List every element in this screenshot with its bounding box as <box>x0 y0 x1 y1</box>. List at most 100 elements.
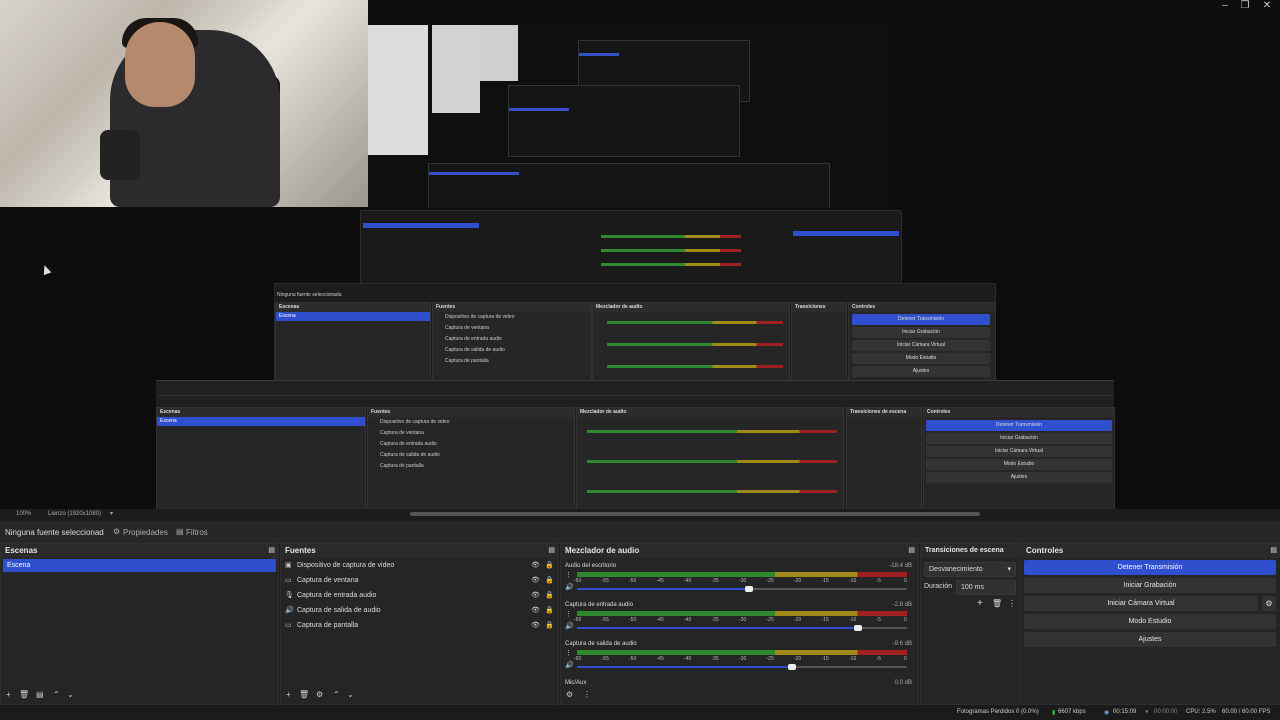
meter-tick-label: -55 <box>601 656 609 662</box>
eye-icon[interactable]: 👁 <box>531 619 540 633</box>
studio-mode-button[interactable]: Modo Estudio <box>1024 614 1276 629</box>
meter-tick-label: -25 <box>766 578 774 584</box>
more-icon[interactable]: ⋮ <box>565 649 572 657</box>
meter-tick-label: -5 <box>876 617 881 623</box>
lock-icon[interactable]: 🔒 <box>545 559 554 573</box>
meter-scale: -60 -55 -50 -45 -40 -35 -30 -25 -20 -15 -10 -5 0 <box>574 656 907 663</box>
duration-input[interactable]: 100 ms <box>956 580 1016 595</box>
meter-tick-label: -20 <box>794 656 802 662</box>
properties-button[interactable]: Propiedades <box>123 528 168 537</box>
eye-icon[interactable]: 👁 <box>531 589 540 603</box>
dock-menu-icon[interactable]: ▤ <box>268 544 275 558</box>
meter-tick-label: -50 <box>629 578 637 584</box>
transition-select[interactable]: Desvanecimiento ▾ <box>924 562 1016 577</box>
lock-icon[interactable]: 🔒 <box>545 574 554 588</box>
filter-icon[interactable]: ▤ <box>36 690 44 699</box>
close-button[interactable]: ✕ <box>1256 0 1278 14</box>
filters-button[interactable]: Filtros <box>186 528 208 537</box>
source-item[interactable]: ▣ Dispositivo de captura de video 👁 🔒 <box>285 559 555 573</box>
program-preview[interactable]: Ninguna fuente seleccionada Escenas Escen… <box>0 0 1280 513</box>
gear-icon[interactable]: ⚙ <box>1262 596 1276 611</box>
scenes-title: Escenas <box>5 546 38 555</box>
move-down-icon[interactable]: ⌄ <box>67 690 74 699</box>
zoom-level[interactable]: 100% <box>16 511 31 517</box>
sources-footer: + 🗑 ⚙ ⌃ ⌄ <box>281 688 558 704</box>
move-down-icon[interactable]: ⌄ <box>347 690 354 699</box>
start-virtual-camera-button[interactable]: Iniciar Cámara Virtual <box>1024 596 1258 611</box>
mixer-channel-db: -2.8 dB <box>892 602 912 608</box>
monitor-icon: ▭ <box>285 622 292 629</box>
scene-item[interactable]: Escena <box>3 559 276 572</box>
preview-scrollbar[interactable] <box>410 512 980 516</box>
gear-icon: ⚙ <box>113 527 121 536</box>
volume-fill <box>577 588 749 590</box>
source-item[interactable]: ▭ Captura de pantalla 👁 🔒 <box>285 619 555 633</box>
eye-icon[interactable]: 👁 <box>531 574 540 588</box>
nested-obs-0: Escenas Escena Fuentes Dispositivo de cap… <box>156 380 1115 513</box>
settings-button[interactable]: Ajustes <box>1024 632 1276 647</box>
dropped-frames: Fotogramas Perdidos 0 (0.0%) <box>957 709 1039 715</box>
meter-tick-label: -5 <box>876 656 881 662</box>
source-item[interactable]: 🎙 Captura de entrada audio 👁 🔒 <box>285 589 555 603</box>
mixer-title: Mezclador de audio <box>565 546 640 555</box>
restore-button[interactable]: ❐ <box>1234 0 1256 14</box>
gear-icon[interactable]: ⚙ <box>566 690 573 699</box>
lock-icon[interactable]: 🔒 <box>545 604 554 618</box>
minimize-button[interactable]: – <box>1214 0 1236 14</box>
add-icon[interactable]: + <box>977 598 983 609</box>
source-label: Captura de salida de audio <box>297 607 381 614</box>
status-bar: Fotogramas Perdidos 0 (0.0%) ▮ 6607 kbps… <box>0 705 1280 720</box>
mixer-channel-name: Captura de entrada audio <box>565 602 634 608</box>
meter-tick-label: -15 <box>821 656 829 662</box>
speaker-icon[interactable]: 🔊 <box>565 622 574 630</box>
meter-tick-label: -20 <box>794 578 802 584</box>
meter-tick-label: -10 <box>849 578 857 584</box>
source-item[interactable]: ▭ Captura de ventana 👁 🔒 <box>285 574 555 588</box>
transitions-dock: Transiciones de escena Desvanecimiento ▾ … <box>920 543 1020 705</box>
canvas-dropdown-icon[interactable]: ▾ <box>110 510 113 517</box>
more-icon[interactable]: ⋮ <box>583 690 591 699</box>
speaker-icon[interactable]: 🔊 <box>565 583 574 591</box>
more-icon[interactable]: ⋮ <box>565 571 572 579</box>
chevron-down-icon: ▾ <box>1007 566 1011 573</box>
cpu-usage: CPU: 2.5% <box>1186 709 1216 715</box>
more-icon[interactable]: ⋮ <box>1008 599 1016 608</box>
volume-knob[interactable] <box>787 664 796 670</box>
dock-menu-icon[interactable]: ▤ <box>908 544 915 558</box>
person-head <box>125 22 195 107</box>
volume-slider[interactable] <box>577 586 907 592</box>
trash-icon[interactable]: 🗑 <box>19 690 29 699</box>
mixer-channel-db: -18.4 dB <box>889 563 912 569</box>
volume-slider[interactable] <box>577 625 907 631</box>
stream-time: 00:15:09 <box>1113 709 1137 715</box>
meter-tick-label: -35 <box>711 656 719 662</box>
volume-slider[interactable] <box>577 664 907 670</box>
source-item[interactable]: 🔊 Captura de salida de audio 👁 🔒 <box>285 604 555 618</box>
move-up-icon[interactable]: ⌃ <box>53 690 60 699</box>
dock-menu-icon[interactable]: ▤ <box>548 544 555 558</box>
lock-icon[interactable]: 🔒 <box>545 589 554 603</box>
sources-title: Fuentes <box>285 546 316 555</box>
stop-stream-button[interactable]: Detener Transmisión <box>1024 560 1276 575</box>
add-icon[interactable]: + <box>286 690 291 699</box>
trash-icon[interactable]: 🗑 <box>299 690 309 699</box>
volume-knob[interactable] <box>853 625 862 631</box>
more-icon[interactable]: ⋮ <box>565 610 572 618</box>
canvas-size-label[interactable]: Lienzo (1920x1080) <box>48 511 101 517</box>
trash-icon[interactable]: 🗑 <box>992 599 1002 608</box>
start-recording-button[interactable]: Iniciar Grabación <box>1024 578 1276 593</box>
meter-scale: -60 -55 -50 -45 -40 -35 -30 -25 -20 -15 -10 -5 0 <box>574 578 907 585</box>
gear-icon[interactable]: ⚙ <box>316 690 323 699</box>
volume-knob[interactable] <box>744 586 753 592</box>
meter-tick-label: -60 <box>574 656 582 662</box>
eye-icon[interactable]: 👁 <box>531 559 540 573</box>
lock-icon[interactable]: 🔒 <box>545 619 554 633</box>
speaker-icon[interactable]: 🔊 <box>565 661 574 669</box>
scenes-footer: + 🗑 ▤ ⌃ ⌄ <box>1 688 278 704</box>
nested-obs-1: Ninguna fuente seleccionada Escenas Escen… <box>274 283 996 383</box>
add-icon[interactable]: + <box>6 690 11 699</box>
meter-tick-label: -50 <box>629 617 637 623</box>
move-up-icon[interactable]: ⌃ <box>333 690 340 699</box>
dock-menu-icon[interactable]: ▤ <box>1270 544 1277 558</box>
eye-icon[interactable]: 👁 <box>531 604 540 618</box>
